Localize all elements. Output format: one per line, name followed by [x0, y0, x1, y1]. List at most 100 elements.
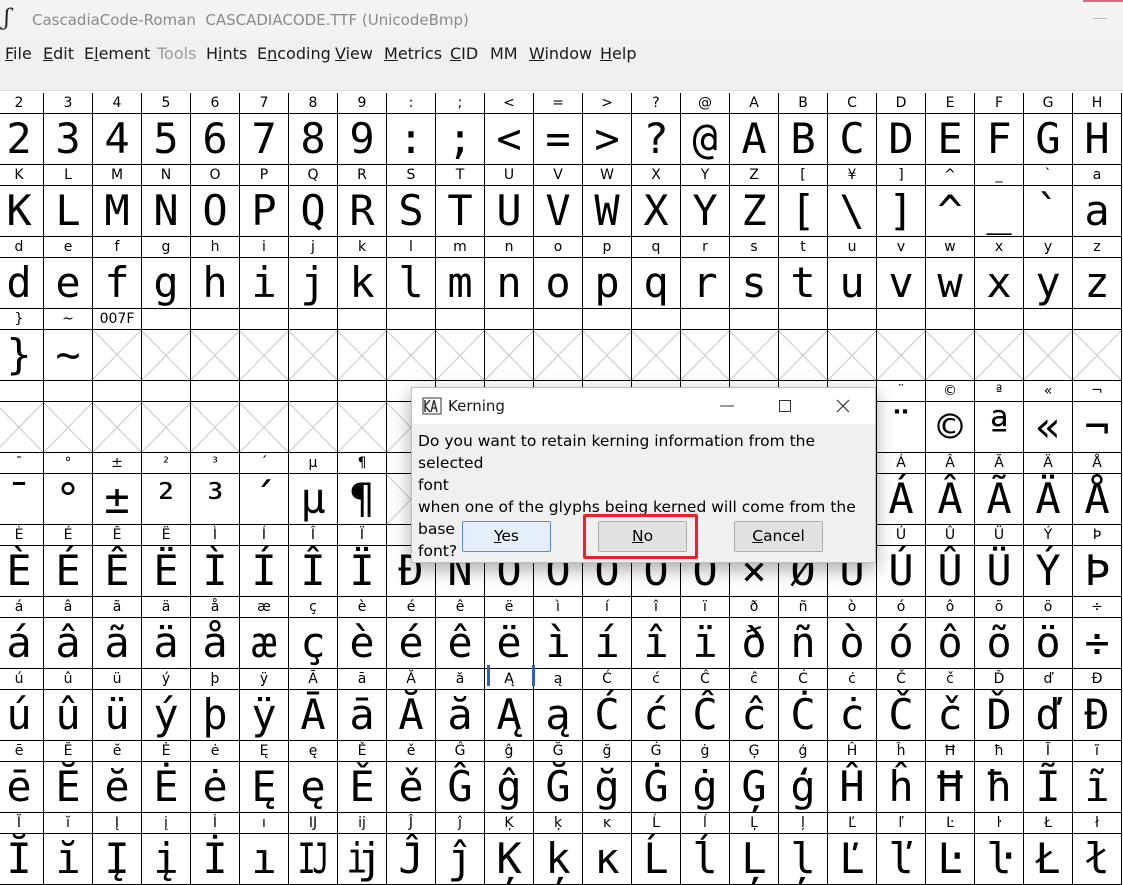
glyph-cell[interactable]	[485, 309, 534, 381]
glyph-cell[interactable]: ļļ	[779, 813, 828, 885]
glyph-cell[interactable]	[877, 309, 926, 381]
glyph-cell[interactable]: ÉÉ	[44, 525, 93, 597]
menu-metrics[interactable]: Metrics	[384, 44, 442, 64]
glyph-cell[interactable]: ââ	[44, 597, 93, 669]
glyph-cell[interactable]: ĠĠ	[632, 741, 681, 813]
glyph-cell[interactable]: ee	[44, 237, 93, 309]
glyph-cell[interactable]: ČČ	[877, 669, 926, 741]
glyph-cell[interactable]: ZZ	[730, 165, 779, 237]
glyph-cell[interactable]: < <	[485, 93, 534, 165]
glyph-cell[interactable]: µµ	[289, 453, 338, 525]
glyph-cell[interactable]: PP	[240, 165, 289, 237]
glyph-cell[interactable]: 88	[289, 93, 338, 165]
glyph-cell[interactable]: ÝÝ	[1024, 525, 1073, 597]
glyph-cell[interactable]: ğğ	[583, 741, 632, 813]
minimize-icon[interactable]	[704, 388, 750, 424]
glyph-cell[interactable]	[828, 309, 877, 381]
glyph-cell[interactable]: ËË	[142, 525, 191, 597]
glyph-cell[interactable]: ģģ	[779, 741, 828, 813]
glyph-cell[interactable]: ~ ~	[44, 309, 93, 381]
glyph-cell[interactable]: ´ ´	[240, 453, 289, 525]
glyph-cell[interactable]: ÂÂ	[926, 453, 975, 525]
glyph-cell[interactable]: ÅÅ	[1073, 453, 1122, 525]
menu-cid[interactable]: CID	[450, 44, 478, 64]
glyph-cell[interactable]: ĎĎ	[975, 669, 1024, 741]
glyph-cell[interactable]: ăă	[436, 669, 485, 741]
glyph-cell[interactable]: ĩĩ	[1073, 741, 1122, 813]
glyph-cell[interactable]: ÊÊ	[93, 525, 142, 597]
glyph-cell[interactable]: ĻĻ	[730, 813, 779, 885]
glyph-cell[interactable]	[1073, 309, 1122, 381]
glyph-cell[interactable]	[436, 309, 485, 381]
glyph-cell[interactable]: ĘĘ	[240, 741, 289, 813]
glyph-cell[interactable]: ĂĂ	[387, 669, 436, 741]
glyph-cell[interactable]: dd	[0, 237, 44, 309]
glyph-cell[interactable]: ææ	[240, 597, 289, 669]
glyph-cell[interactable]: óó	[877, 597, 926, 669]
glyph-cell[interactable]: ĚĚ	[338, 741, 387, 813]
glyph-cell[interactable]: ;;	[436, 93, 485, 165]
no-button[interactable]: No	[598, 521, 687, 552]
glyph-cell[interactable]: ćć	[632, 669, 681, 741]
glyph-cell[interactable]: êê	[436, 597, 485, 669]
glyph-cell[interactable]	[338, 381, 387, 453]
glyph-cell[interactable]: ĊĊ	[779, 669, 828, 741]
glyph-cell[interactable]: EE	[926, 93, 975, 165]
glyph-cell[interactable]: ħħ	[975, 741, 1024, 813]
glyph-cell[interactable]: āā	[338, 669, 387, 741]
glyph-cell[interactable]	[975, 309, 1024, 381]
glyph-cell[interactable]: ÌÌ	[191, 525, 240, 597]
glyph-cell[interactable]: tt	[779, 237, 828, 309]
glyph-cell[interactable]: ľľ	[877, 813, 926, 885]
glyph-cell[interactable]: éé	[387, 597, 436, 669]
glyph-cell[interactable]: ÛÛ	[926, 525, 975, 597]
glyph-cell[interactable]: gg	[142, 237, 191, 309]
glyph-cell[interactable]: ïï	[681, 597, 730, 669]
glyph-cell[interactable]: ġġ	[681, 741, 730, 813]
glyph-cell[interactable]: ññ	[779, 597, 828, 669]
glyph-cell[interactable]: ¨ ¨	[877, 381, 926, 453]
glyph-cell[interactable]: ėė	[191, 741, 240, 813]
glyph-cell[interactable]: öö	[1024, 597, 1073, 669]
glyph-cell[interactable]: ŁŁ	[1024, 813, 1073, 885]
glyph-cell[interactable]: © ©	[926, 381, 975, 453]
glyph-cell[interactable]: úú	[0, 669, 44, 741]
glyph-cell[interactable]: ĴĴ	[387, 813, 436, 885]
glyph-cell[interactable]: QQ	[289, 165, 338, 237]
glyph-cell[interactable]	[142, 309, 191, 381]
glyph-cell[interactable]: ??	[632, 93, 681, 165]
glyph-cell[interactable]: hh	[191, 237, 240, 309]
glyph-cell[interactable]: ¶ ¶	[338, 453, 387, 525]
glyph-cell[interactable]: łł	[1073, 813, 1122, 885]
glyph-cell[interactable]: ęę	[289, 741, 338, 813]
glyph-cell[interactable]: ÄÄ	[1024, 453, 1073, 525]
glyph-cell[interactable]: ° °	[44, 453, 93, 525]
glyph-cell[interactable]: 77	[240, 93, 289, 165]
glyph-cell[interactable]: 33	[44, 93, 93, 165]
glyph-cell[interactable]: FF	[975, 93, 1024, 165]
glyph-cell[interactable]: ıı	[240, 813, 289, 885]
glyph-cell[interactable]: îî	[632, 597, 681, 669]
glyph-cell[interactable]: ĉĉ	[730, 669, 779, 741]
glyph-cell[interactable]	[632, 309, 681, 381]
glyph-cell[interactable]: 99	[338, 93, 387, 165]
glyph-cell[interactable]: ěě	[387, 741, 436, 813]
glyph-cell[interactable]	[779, 309, 828, 381]
glyph-cell[interactable]: OO	[191, 165, 240, 237]
glyph-cell[interactable]	[44, 381, 93, 453]
glyph-cell[interactable]: įį	[142, 813, 191, 885]
menu-edit[interactable]: Edit	[43, 44, 74, 64]
glyph-cell[interactable]: ĄĄ	[485, 669, 534, 741]
glyph-cell[interactable]: vv	[877, 237, 926, 309]
glyph-cell[interactable]: ĵĵ	[436, 813, 485, 885]
glyph-cell[interactable]: ìì	[534, 597, 583, 669]
glyph-cell[interactable]: MM	[93, 165, 142, 237]
glyph-cell[interactable]	[387, 309, 436, 381]
glyph-cell[interactable]: AA	[730, 93, 779, 165]
glyph-cell[interactable]: ûû	[44, 669, 93, 741]
glyph-cell[interactable]: ĽĽ	[828, 813, 877, 885]
glyph-cell[interactable]: ĥĥ	[877, 741, 926, 813]
glyph-cell[interactable]: ĀĀ	[289, 669, 338, 741]
glyph-cell[interactable]: GG	[1024, 93, 1073, 165]
glyph-cell[interactable]: ^ ^	[926, 165, 975, 237]
